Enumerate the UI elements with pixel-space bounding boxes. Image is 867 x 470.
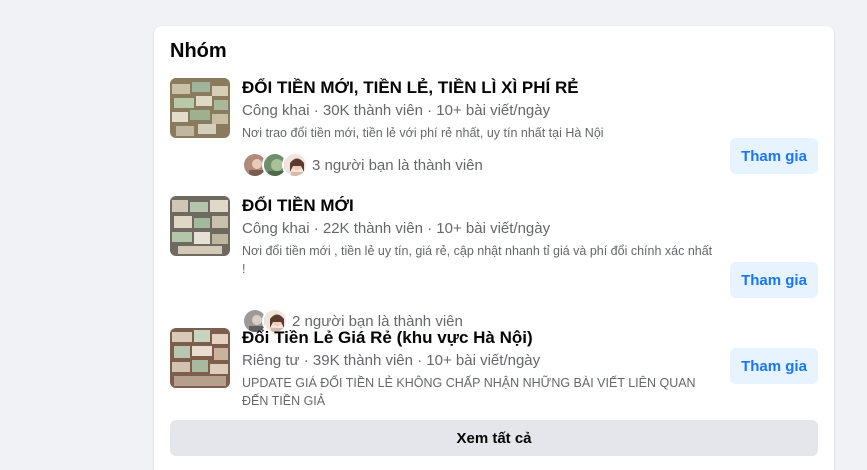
group-thumbnail[interactable] (170, 78, 230, 138)
group-meta: Công khai · 22K thành viên · 10+ bài viế… (242, 220, 551, 237)
join-group-button[interactable]: Tham gia (730, 348, 818, 384)
join-group-button[interactable]: Tham gia (730, 262, 818, 298)
group-thumbnail[interactable] (170, 328, 230, 388)
see-all-button[interactable]: Xem tất cả (170, 420, 818, 456)
friends-members: 3 người bạn là thành viên (242, 152, 483, 178)
group-description: UPDATE GIÁ ĐỔI TIỀN LẺ KHÔNG CHẤP NHẬN N… (242, 376, 696, 408)
friend-avatar (282, 152, 308, 178)
group-description: Nơi đổi tiền mới , tiền lẻ uy tín, giá r… (242, 244, 713, 276)
group-item: ĐỔI TIỀN MỚI Công khai · 22K thành viên … (170, 196, 818, 334)
group-name[interactable]: Đổi Tiền Lẻ Giá Rẻ (khu vực Hà Nội) (242, 328, 533, 348)
group-name[interactable]: ĐỔI TIỀN MỚI, TIỀN LẺ, TIỀN LÌ XÌ PHÍ RẺ (242, 78, 579, 98)
group-meta: Riêng tư · 39K thành viên · 10+ bài viết… (242, 352, 541, 369)
groups-card: Nhóm ĐỔI TIỀN MỚI, TIỀN LẺ, TIỀN LÌ XÌ P… (154, 26, 834, 470)
section-title: Nhóm (170, 40, 227, 62)
join-group-button[interactable]: Tham gia (730, 138, 818, 174)
group-thumbnail[interactable] (170, 196, 230, 256)
group-description: Nơi trao đổi tiền mới, tiền lẻ với phí r… (242, 126, 604, 140)
group-item: ĐỔI TIỀN MỚI, TIỀN LẺ, TIỀN LÌ XÌ PHÍ RẺ… (170, 78, 818, 178)
friends-count-text: 3 người bạn là thành viên (312, 156, 483, 174)
group-meta: Công khai · 30K thành viên · 10+ bài viế… (242, 102, 551, 119)
friends-count-text: 2 người bạn là thành viên (292, 312, 463, 330)
group-name[interactable]: ĐỔI TIỀN MỚI (242, 196, 354, 216)
group-item: Đổi Tiền Lẻ Giá Rẻ (khu vực Hà Nội) Riên… (170, 328, 818, 408)
